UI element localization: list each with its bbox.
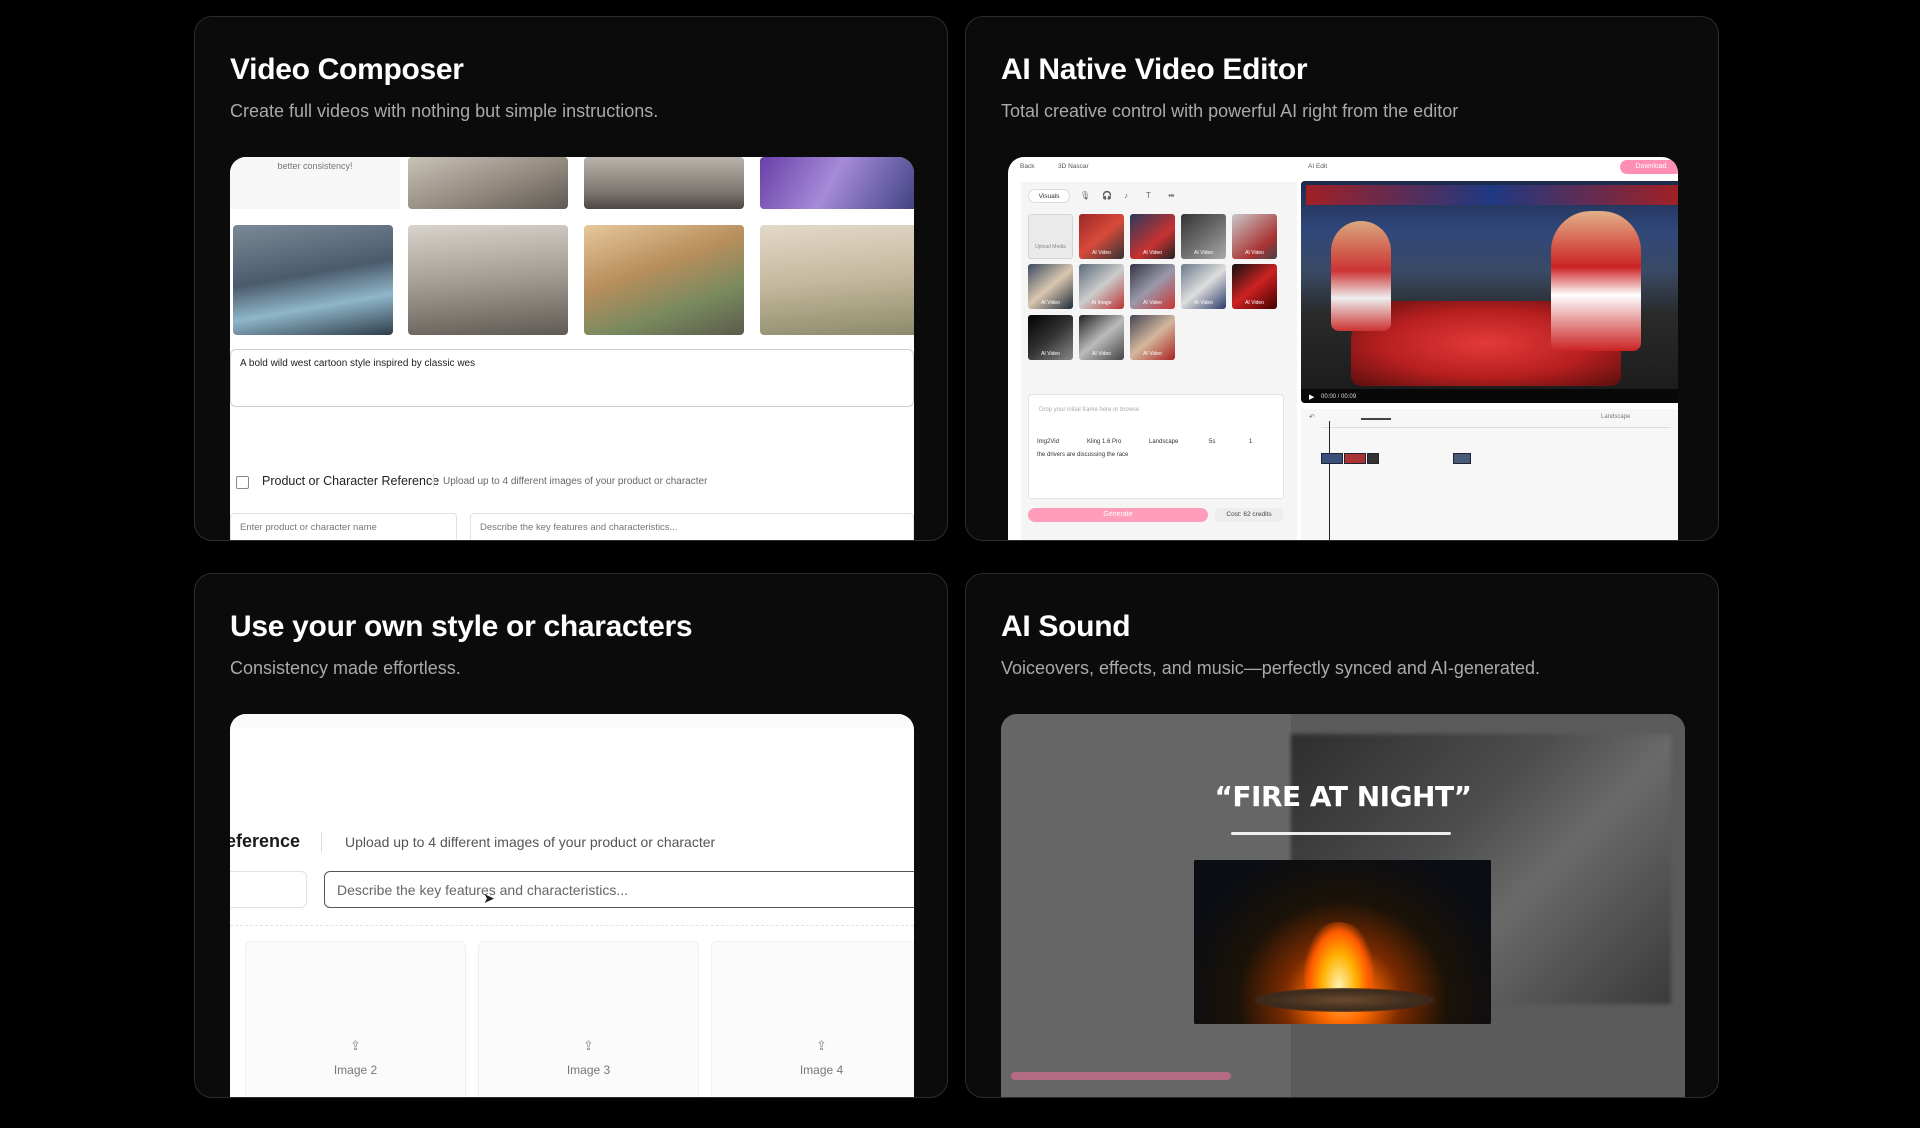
visuals-tab[interactable]: Visuals: [1028, 189, 1070, 203]
image-slot-label: Image 3: [566, 1063, 611, 1077]
media-tabs: Visuals 🎙 🎧 ♪ T ⇹: [1028, 189, 1188, 203]
undo-icon[interactable]: ↶: [1309, 413, 1315, 421]
reference-desc: Upload up to 4 different images of your …: [443, 476, 708, 487]
image-slot-label: Image 4: [799, 1063, 844, 1077]
consistency-hint: better consistency!: [230, 157, 400, 209]
editor-topbar: Back 3D Nascar AI Edit Download: [1008, 157, 1678, 175]
reference-desc: Upload up to 4 different images of your …: [345, 834, 716, 850]
media-tile[interactable]: AI Video: [1028, 315, 1073, 360]
back-link[interactable]: Back: [1020, 163, 1034, 170]
mic-icon[interactable]: 🎙: [1080, 191, 1090, 200]
features-input[interactable]: Describe the key features and characteri…: [324, 871, 914, 908]
ai-video-editor-card[interactable]: AI Native Video Editor Total creative co…: [965, 16, 1719, 541]
cursor-icon: ➤: [483, 890, 495, 906]
sound-screenshot: “FIRE AT NIGHT”: [1001, 714, 1685, 1097]
card-title: AI Native Video Editor: [1001, 53, 1308, 86]
style-prompt-input[interactable]: A bold wild west cartoon style inspired …: [230, 349, 914, 407]
upload-media-button[interactable]: Upload Media: [1028, 214, 1073, 259]
card-title: AI Sound: [1001, 610, 1131, 643]
media-tile[interactable]: AI Video: [1079, 315, 1124, 360]
style-thumbnail-village[interactable]: [584, 225, 744, 335]
style-thumbnail-gothic[interactable]: [233, 225, 393, 335]
media-tile[interactable]: AI Video: [1232, 264, 1277, 309]
image-slot-label: Image 2: [333, 1063, 378, 1077]
card-subtitle: Consistency made effortless.: [230, 658, 461, 678]
play-icon[interactable]: ▶: [1309, 393, 1314, 401]
playhead[interactable]: [1329, 421, 1330, 540]
image-upload-slot[interactable]: ⇪ Image 3: [478, 941, 699, 1097]
mode-select[interactable]: Img2Vid: [1037, 439, 1059, 445]
timeline[interactable]: ↶ Landscape: [1301, 409, 1678, 540]
media-tile[interactable]: AI Video: [1130, 214, 1175, 259]
media-tile[interactable]: AI Video: [1181, 264, 1226, 309]
reference-screenshot: eference Upload up to 4 different images…: [230, 714, 914, 1097]
count-stepper[interactable]: 1: [1249, 439, 1252, 445]
video-composer-card[interactable]: Video Composer Create full videos with n…: [194, 16, 948, 541]
time-readout: 00:00 / 00:09: [1321, 394, 1357, 400]
prompt-placeholder: Drop your initial frame here or browse: [1039, 407, 1140, 413]
duration-select[interactable]: 5s: [1209, 439, 1215, 445]
media-tile[interactable]: AI Video: [1130, 264, 1175, 309]
card-subtitle: Create full videos with nothing but simp…: [230, 101, 659, 121]
style-thumbnail-castle[interactable]: [760, 225, 914, 335]
image-upload-slot[interactable]: ⇪ Image 2: [245, 941, 466, 1097]
card-title: Use your own style or characters: [230, 610, 693, 643]
clip[interactable]: [1321, 453, 1343, 464]
card-subtitle: Voiceovers, effects, and music—perfectly…: [1001, 658, 1540, 678]
text-icon[interactable]: T: [1146, 191, 1151, 200]
caption-quote: “FIRE AT NIGHT”: [1214, 780, 1473, 813]
upload-icon: ⇪: [583, 1038, 594, 1053]
cost-badge: Cost: 62 credits: [1215, 508, 1283, 522]
media-tile[interactable]: AI Image: [1079, 264, 1124, 309]
card-subtitle: Total creative control with powerful AI …: [1001, 101, 1459, 121]
music-icon[interactable]: ♪: [1124, 191, 1128, 200]
name-input[interactable]: Enter product or character name: [230, 513, 457, 540]
ai-edit-button[interactable]: AI Edit: [1308, 163, 1327, 170]
timeline-aspect[interactable]: Landscape: [1601, 414, 1630, 420]
editor-screenshot: Back 3D Nascar AI Edit Download Visuals …: [1008, 157, 1678, 540]
media-tile[interactable]: AI Video: [1130, 315, 1175, 360]
clip[interactable]: [1453, 453, 1471, 464]
name-input[interactable]: [230, 871, 307, 908]
style-thumbnail-vintage-street[interactable]: [408, 225, 568, 335]
upload-icon: ⇪: [350, 1038, 361, 1053]
features-input[interactable]: Describe the key features and characteri…: [470, 513, 914, 540]
ai-sound-card[interactable]: AI Sound Voiceovers, effects, and music—…: [965, 573, 1719, 1098]
clip[interactable]: [1344, 453, 1366, 464]
generate-button[interactable]: Generate: [1028, 508, 1208, 522]
generation-prompt-box[interactable]: Drop your initial frame here or browse I…: [1028, 394, 1284, 499]
download-button[interactable]: Download: [1620, 160, 1678, 174]
media-tile[interactable]: AI Video: [1232, 214, 1277, 259]
aspect-select[interactable]: Landscape: [1149, 439, 1178, 445]
reference-row: Product or Character Reference Upload up…: [230, 471, 914, 501]
clip[interactable]: [1367, 453, 1379, 464]
media-tile[interactable]: AI Video: [1079, 214, 1124, 259]
media-tile[interactable]: AI Video: [1181, 214, 1226, 259]
transition-icon[interactable]: ⇹: [1168, 191, 1175, 200]
style-characters-card[interactable]: Use your own style or characters Consist…: [194, 573, 948, 1098]
reference-title: Product or Character Reference: [262, 474, 440, 488]
image-upload-slot[interactable]: ⇪ Image 4: [711, 941, 914, 1097]
campfire-video[interactable]: [1194, 860, 1491, 1024]
style-thumbnail-window[interactable]: [584, 157, 744, 209]
composer-screenshot: better consistency! A bold wild west car…: [230, 157, 914, 540]
model-select[interactable]: Kling 1.6 Pro: [1087, 439, 1121, 445]
video-preview[interactable]: ▶ 00:00 / 00:09: [1301, 181, 1678, 403]
image-icon: [236, 476, 249, 489]
caption-underline: [1231, 832, 1451, 835]
headphones-icon[interactable]: 🎧: [1102, 191, 1112, 200]
card-title: Video Composer: [230, 53, 464, 86]
reference-title: eference: [230, 831, 301, 851]
media-tile[interactable]: AI Video: [1028, 264, 1073, 309]
style-thumbnail-neon[interactable]: [760, 157, 914, 209]
project-name: 3D Nascar: [1058, 163, 1089, 170]
upload-icon: ⇪: [816, 1038, 827, 1053]
prompt-text: the drivers are discussing the race: [1037, 452, 1129, 458]
style-thumbnail-dog[interactable]: [408, 157, 568, 209]
